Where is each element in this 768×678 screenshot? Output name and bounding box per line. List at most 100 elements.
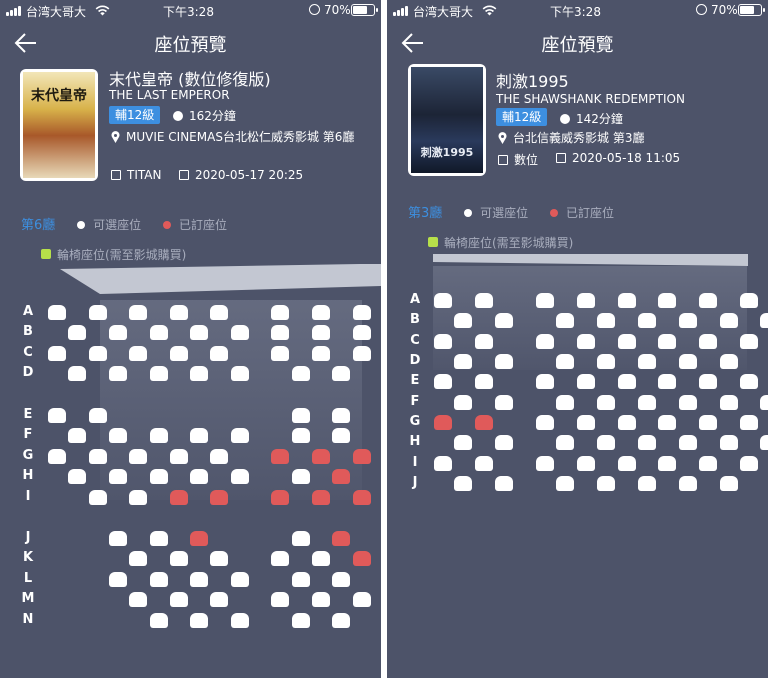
- available-seat-h-3[interactable]: [108, 469, 127, 484]
- available-seat-b-7[interactable]: [190, 325, 209, 340]
- available-seat-c-15[interactable]: [352, 346, 371, 361]
- available-seat-i-5[interactable]: [536, 456, 554, 471]
- available-seat-c-0[interactable]: [48, 346, 66, 361]
- available-seat-e-2[interactable]: [88, 408, 107, 423]
- available-seat-n-12[interactable]: [291, 613, 310, 628]
- available-seat-h-14[interactable]: [719, 435, 738, 450]
- available-seat-h-12[interactable]: [678, 435, 697, 450]
- available-seat-f-12[interactable]: [678, 395, 697, 410]
- available-seat-b-13[interactable]: [311, 325, 330, 340]
- available-seat-i-4[interactable]: [129, 490, 148, 505]
- available-seat-j-10[interactable]: [638, 476, 656, 491]
- available-seat-j-6[interactable]: [556, 476, 575, 491]
- available-seat-k-6[interactable]: [169, 551, 188, 566]
- available-seat-e-12[interactable]: [291, 408, 310, 423]
- available-seat-e-15[interactable]: [740, 374, 758, 389]
- available-seat-c-7[interactable]: [576, 334, 595, 349]
- available-seat-b-10[interactable]: [638, 313, 656, 328]
- available-seat-c-9[interactable]: [617, 334, 636, 349]
- available-seat-f-8[interactable]: [597, 395, 616, 410]
- available-seat-g-11[interactable]: [658, 415, 677, 430]
- available-seat-e-9[interactable]: [617, 374, 636, 389]
- available-seat-b-1[interactable]: [454, 313, 473, 328]
- available-seat-h-5[interactable]: [149, 469, 168, 484]
- available-seat-c-13[interactable]: [311, 346, 330, 361]
- available-seat-j-1[interactable]: [454, 476, 473, 491]
- available-seat-f-3[interactable]: [495, 395, 514, 410]
- available-seat-e-14[interactable]: [332, 408, 351, 423]
- available-seat-d-14[interactable]: [719, 354, 738, 369]
- available-seat-m-4[interactable]: [129, 592, 148, 607]
- available-seat-e-5[interactable]: [536, 374, 554, 389]
- available-seat-f-14[interactable]: [719, 395, 738, 410]
- available-seat-a-0[interactable]: [434, 293, 452, 308]
- available-seat-b-9[interactable]: [230, 325, 249, 340]
- available-seat-e-0[interactable]: [434, 374, 452, 389]
- available-seat-k-4[interactable]: [129, 551, 148, 566]
- available-seat-d-1[interactable]: [454, 354, 473, 369]
- available-seat-f-12[interactable]: [291, 428, 310, 443]
- available-seat-k-11[interactable]: [271, 551, 290, 566]
- available-seat-a-9[interactable]: [617, 293, 636, 308]
- available-seat-h-1[interactable]: [68, 469, 87, 484]
- available-seat-e-13[interactable]: [699, 374, 718, 389]
- available-seat-g-15[interactable]: [740, 415, 758, 430]
- available-seat-c-15[interactable]: [740, 334, 758, 349]
- available-seat-i-2[interactable]: [88, 490, 107, 505]
- available-seat-j-12[interactable]: [678, 476, 697, 491]
- available-seat-b-14[interactable]: [719, 313, 738, 328]
- available-seat-i-15[interactable]: [740, 456, 758, 471]
- available-seat-b-15[interactable]: [352, 325, 371, 340]
- available-seat-l-5[interactable]: [149, 572, 168, 587]
- available-seat-d-10[interactable]: [638, 354, 656, 369]
- available-seat-g-2[interactable]: [88, 449, 107, 464]
- available-seat-g-7[interactable]: [576, 415, 595, 430]
- available-seat-m-13[interactable]: [311, 592, 330, 607]
- available-seat-d-5[interactable]: [149, 366, 168, 381]
- available-seat-j-3[interactable]: [108, 531, 127, 546]
- available-seat-c-2[interactable]: [474, 334, 493, 349]
- available-seat-c-4[interactable]: [129, 346, 148, 361]
- available-seat-j-12[interactable]: [291, 531, 310, 546]
- available-seat-l-14[interactable]: [332, 572, 351, 587]
- available-seat-i-13[interactable]: [699, 456, 718, 471]
- available-seat-b-8[interactable]: [597, 313, 616, 328]
- available-seat-d-3[interactable]: [495, 354, 514, 369]
- available-seat-b-12[interactable]: [678, 313, 697, 328]
- available-seat-a-2[interactable]: [474, 293, 493, 308]
- available-seat-e-7[interactable]: [576, 374, 595, 389]
- available-seat-d-7[interactable]: [190, 366, 209, 381]
- available-seat-h-9[interactable]: [230, 469, 249, 484]
- available-seat-n-5[interactable]: [149, 613, 168, 628]
- available-seat-m-15[interactable]: [352, 592, 371, 607]
- available-seat-h-10[interactable]: [638, 435, 656, 450]
- available-seat-a-11[interactable]: [271, 305, 290, 320]
- available-seat-f-1[interactable]: [68, 428, 87, 443]
- available-seat-j-14[interactable]: [719, 476, 738, 491]
- available-seat-i-2[interactable]: [474, 456, 493, 471]
- available-seat-a-8[interactable]: [210, 305, 229, 320]
- available-seat-j-8[interactable]: [597, 476, 616, 491]
- available-seat-h-16[interactable]: [760, 435, 768, 450]
- available-seat-f-10[interactable]: [638, 395, 656, 410]
- available-seat-g-13[interactable]: [699, 415, 718, 430]
- available-seat-f-9[interactable]: [230, 428, 249, 443]
- available-seat-d-12[interactable]: [678, 354, 697, 369]
- available-seat-d-1[interactable]: [68, 366, 87, 381]
- available-seat-d-14[interactable]: [332, 366, 351, 381]
- available-seat-f-16[interactable]: [760, 395, 768, 410]
- available-seat-j-5[interactable]: [149, 531, 168, 546]
- available-seat-l-9[interactable]: [230, 572, 249, 587]
- available-seat-c-11[interactable]: [658, 334, 677, 349]
- available-seat-a-6[interactable]: [169, 305, 188, 320]
- available-seat-h-8[interactable]: [597, 435, 616, 450]
- available-seat-m-8[interactable]: [210, 592, 229, 607]
- available-seat-b-16[interactable]: [760, 313, 768, 328]
- available-seat-d-9[interactable]: [230, 366, 249, 381]
- available-seat-g-6[interactable]: [169, 449, 188, 464]
- available-seat-g-4[interactable]: [129, 449, 148, 464]
- available-seat-h-12[interactable]: [291, 469, 310, 484]
- available-seat-f-1[interactable]: [454, 395, 473, 410]
- available-seat-a-4[interactable]: [129, 305, 148, 320]
- available-seat-a-2[interactable]: [88, 305, 107, 320]
